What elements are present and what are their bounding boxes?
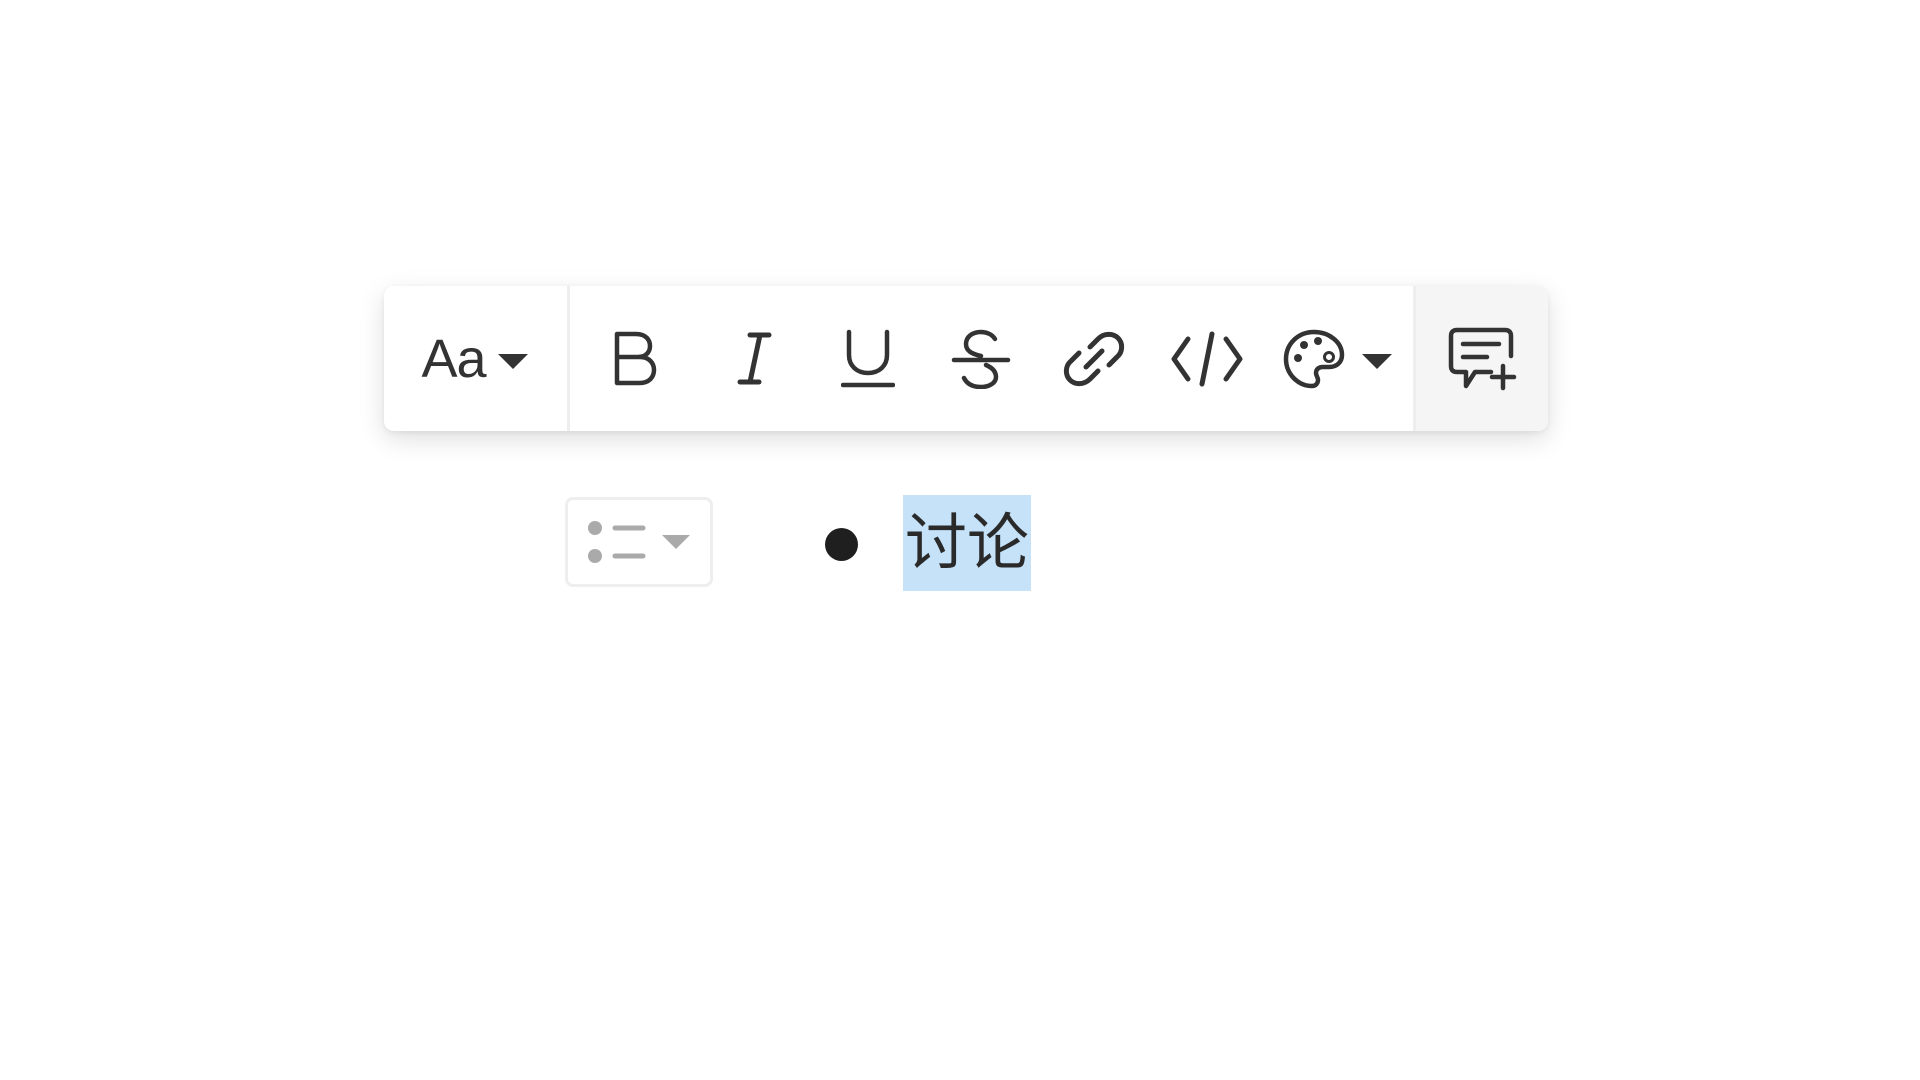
caret-down-icon [497,353,528,369]
list-bullet [825,528,858,561]
format-group [570,286,1413,431]
underline-icon [840,329,895,387]
formatting-toolbar: Aa [384,286,1548,431]
strikethrough-button[interactable] [924,286,1037,431]
code-icon [1171,331,1242,386]
italic-icon [737,332,771,384]
list-type-selector[interactable] [565,497,713,587]
italic-button[interactable] [698,286,811,431]
add-comment-icon [1448,327,1517,390]
caret-down-icon [1362,353,1392,369]
bold-button[interactable] [570,286,698,431]
underline-button[interactable] [811,286,924,431]
caret-down-icon [662,535,690,549]
bullet-list-icon [588,521,646,563]
strikethrough-icon [951,329,1010,389]
font-style-label: Aa [421,328,486,389]
link-button[interactable] [1037,286,1150,431]
comment-group [1416,286,1548,431]
link-icon [1063,331,1124,386]
font-group: Aa [384,286,567,431]
palette-icon [1283,329,1345,388]
font-style-button[interactable]: Aa [384,286,567,431]
text-color-button[interactable] [1263,286,1413,431]
add-comment-button[interactable] [1416,286,1548,431]
bold-icon [614,331,657,385]
list-item-text[interactable]: 讨论 [903,495,1032,591]
code-button[interactable] [1150,286,1263,431]
